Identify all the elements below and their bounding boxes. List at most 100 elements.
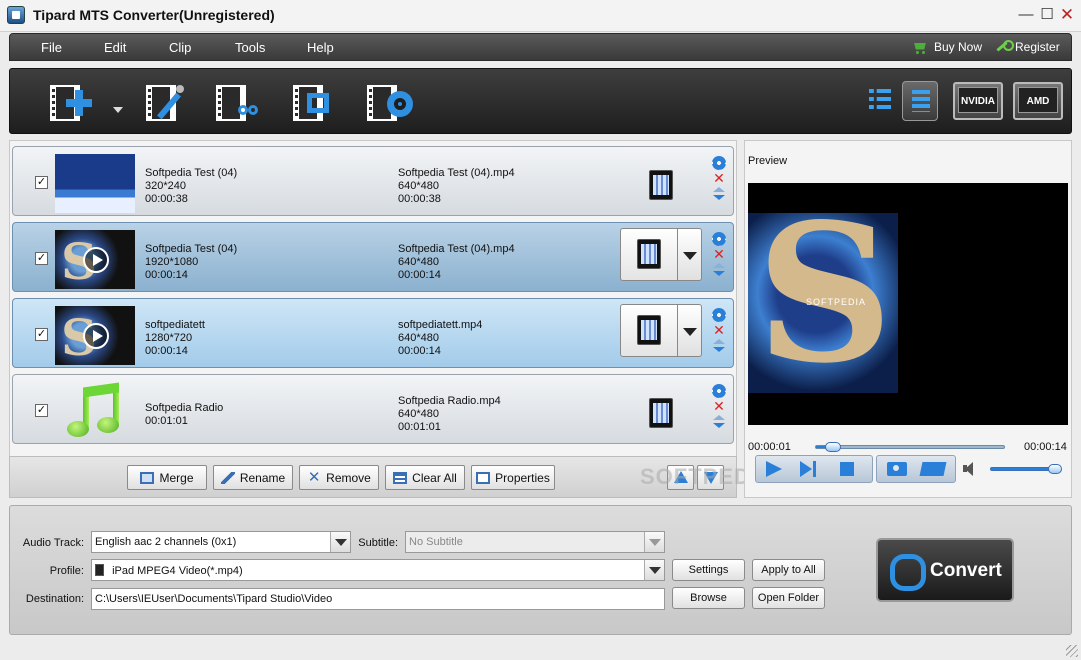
row-settings-icon[interactable] [712,156,726,170]
settings-button[interactable]: Settings [672,559,745,581]
row-remove-icon[interactable]: ✕ [712,171,726,185]
menu-clip[interactable]: Clip [169,40,191,55]
menu-tools[interactable]: Tools [235,40,265,55]
list-view-button[interactable] [862,81,898,121]
file-row[interactable]: ✓ Softpedia Test (04) 320*240 00:00:38 S… [12,146,734,216]
resize-grip[interactable] [1066,645,1078,657]
menu-help[interactable]: Help [307,40,334,55]
output-name: Softpedia Test (04).mp4 [398,243,515,255]
output-info: softpediatett.mp4 640*480 00:00:14 [398,319,482,358]
chevron-down-icon[interactable] [678,228,702,281]
source-resolution: 320*240 [145,180,186,192]
add-video-button[interactable] [46,79,123,125]
source-duration: 00:00:38 [145,193,188,205]
output-name: Softpedia Radio.mp4 [398,395,501,407]
volume-icon[interactable] [963,461,979,477]
ipad-profile-icon [95,564,104,576]
volume-slider[interactable] [990,464,1062,474]
preview-frame: S SOFTPEDIA [748,213,898,393]
row-reorder-icon[interactable] [712,415,726,429]
audio-track-select[interactable]: English aac 2 channels (0x1) [91,531,351,553]
file-row[interactable]: ✓ S Softpedia Test (04) 1920*1080 00:00:… [12,222,734,292]
music-note-icon [67,382,125,441]
file-checkbox[interactable]: ✓ [35,404,48,417]
source-info: Softpedia Test (04) 320*240 00:00:38 [145,167,237,206]
row-settings-icon[interactable] [712,384,726,398]
preferences-button[interactable] [363,79,419,125]
ipad-profile-icon [637,315,661,345]
apply-to-all-button[interactable]: Apply to All [752,559,825,581]
properties-button[interactable]: Properties [471,465,555,490]
camera-icon[interactable] [887,462,907,476]
browse-button[interactable]: Browse [672,587,745,609]
title-bar: Tipard MTS Converter(Unregistered) — ☐ ✕ [0,0,1081,32]
source-name: Softpedia Test (04) [145,243,238,255]
convert-button[interactable]: Convert [876,538,1014,602]
menu-file[interactable]: File [41,40,62,55]
clip-button[interactable] [212,79,268,125]
subtitle-select: No Subtitle [405,531,665,553]
profile-dropdown[interactable] [620,304,703,357]
row-reorder-icon[interactable] [712,339,726,353]
detail-view-button[interactable] [902,81,938,121]
subtitle-label: Subtitle: [358,537,398,549]
close-button[interactable]: ✕ [1058,6,1076,24]
window-title: Tipard MTS Converter(Unregistered) [33,7,275,23]
minimize-button[interactable]: — [1017,6,1035,24]
register-link[interactable]: Register [996,40,1060,54]
profile-label: Profile: [49,565,84,577]
chevron-down-icon[interactable] [678,304,702,357]
menu-edit[interactable]: Edit [104,40,126,55]
current-time: 00:00:01 [748,441,791,453]
snapshot-folder-icon[interactable] [919,462,947,476]
clear-all-button[interactable]: Clear All [385,465,465,490]
maximize-button[interactable]: ☐ [1038,6,1056,24]
video-thumbnail: S [55,230,135,289]
crop-button[interactable] [289,79,345,125]
remove-button[interactable]: ✕ Remove [299,465,379,490]
row-remove-icon[interactable]: ✕ [712,323,726,337]
edit-effect-button[interactable] [142,79,198,125]
convert-label: Convert [930,560,1002,581]
amd-badge[interactable]: AMD [1013,82,1063,120]
profile-select[interactable]: iPad MPEG4 Video(*.mp4) [91,559,665,581]
play-icon[interactable] [766,461,782,477]
seek-handle[interactable] [825,442,842,452]
row-reorder-icon[interactable] [712,263,726,277]
row-settings-icon[interactable] [712,308,726,322]
file-row[interactable]: ✓ S softpediatett 1280*720 00:00:14 soft… [12,298,734,368]
ipad-profile-icon[interactable] [649,170,673,200]
merge-button[interactable]: Merge [127,465,207,490]
destination-input[interactable]: C:\Users\IEUser\Documents\Tipard Studio\… [91,588,665,610]
open-folder-button[interactable]: Open Folder [752,587,825,609]
chevron-down-icon [644,560,664,580]
nvidia-badge[interactable]: NVIDIA [953,82,1003,120]
file-checkbox[interactable]: ✓ [35,176,48,189]
volume-handle[interactable] [1047,464,1062,474]
output-resolution: 640*480 [398,332,439,344]
row-settings-icon[interactable] [712,232,726,246]
list-icon [869,89,891,111]
gear-icon [387,91,413,117]
source-name: Softpedia Test (04) [145,167,238,179]
stop-icon[interactable] [840,462,854,476]
video-thumbnail: S [55,306,135,365]
buy-now-link[interactable]: Buy Now [913,40,982,54]
profile-dropdown[interactable] [620,228,703,281]
pencil-icon [220,471,235,484]
rename-button[interactable]: Rename [213,465,293,490]
step-forward-icon[interactable] [800,461,818,477]
ipad-profile-icon[interactable] [649,398,673,428]
row-reorder-icon[interactable] [712,187,726,201]
play-icon[interactable] [83,323,109,349]
register-label: Register [1015,40,1060,54]
file-row[interactable]: ✓ Softpedia Radio 00:01:01 Softpedia Rad… [12,374,734,444]
row-remove-icon[interactable]: ✕ [712,247,726,261]
row-remove-icon[interactable]: ✕ [712,399,726,413]
file-checkbox[interactable]: ✓ [35,252,48,265]
play-icon[interactable] [83,247,109,273]
file-checkbox[interactable]: ✓ [35,328,48,341]
output-duration: 00:00:38 [398,193,441,205]
output-duration: 00:00:14 [398,269,441,281]
seek-bar[interactable] [815,442,1005,452]
